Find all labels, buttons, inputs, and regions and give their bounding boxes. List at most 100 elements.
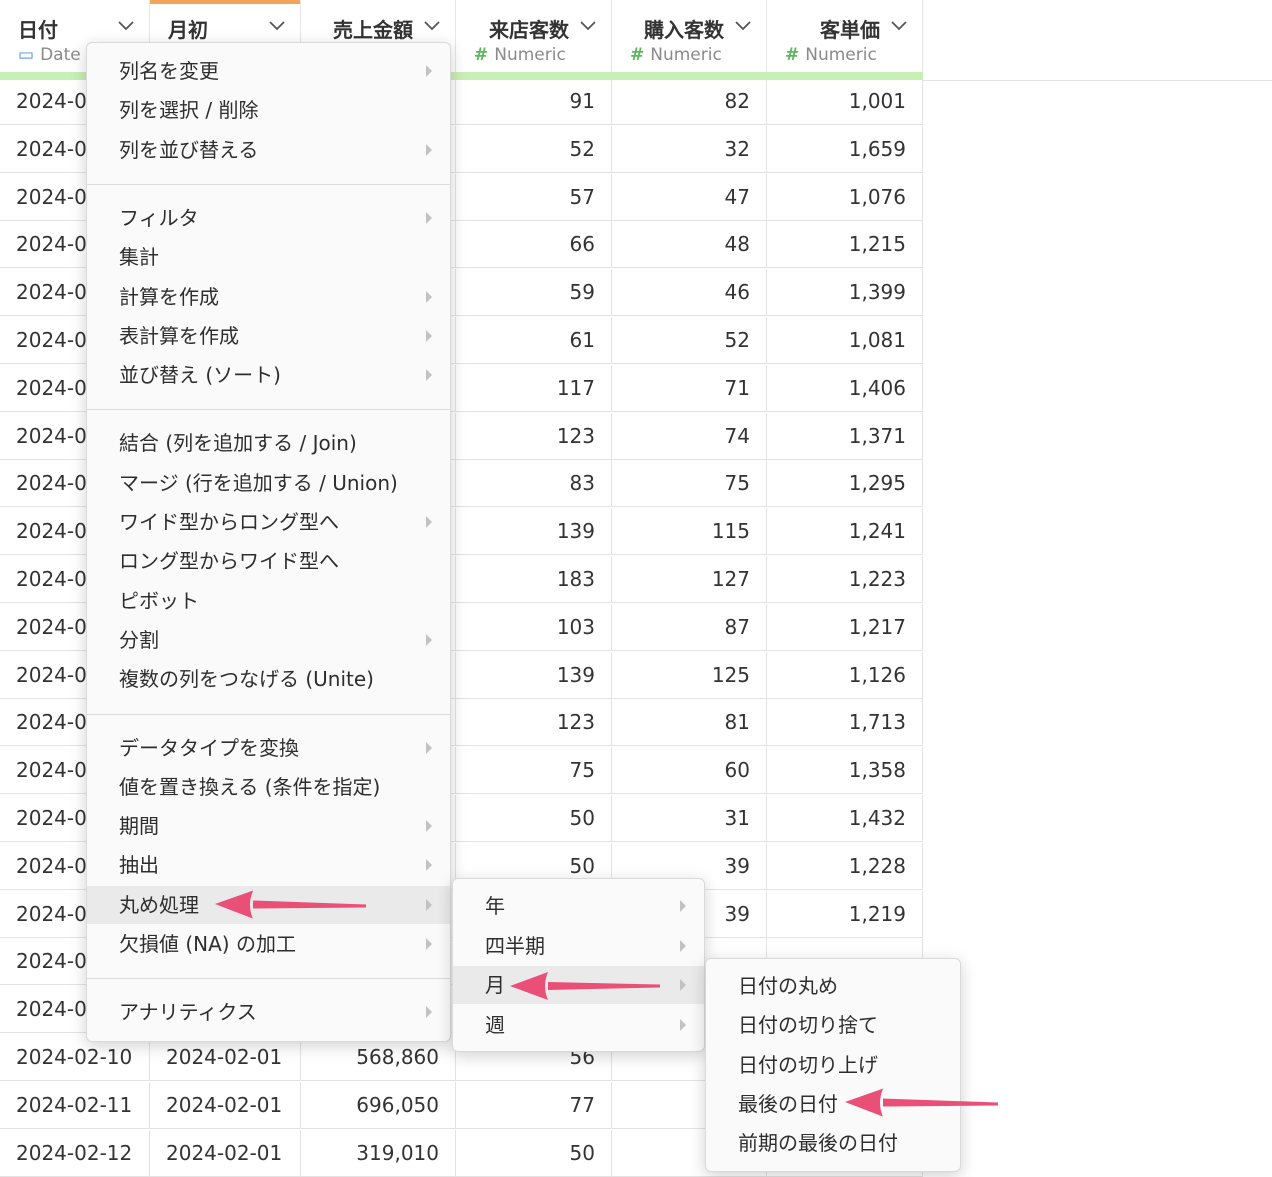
table-cell[interactable]: 2024-02-01: [150, 1081, 301, 1129]
menu-item[interactable]: 分割: [87, 621, 450, 659]
table-cell[interactable]: 1,241: [767, 508, 923, 556]
menu-item[interactable]: 列を並び替える: [87, 131, 450, 169]
table-cell[interactable]: 83: [456, 460, 612, 508]
table-cell[interactable]: 61: [456, 317, 612, 364]
menu-item-label: 月: [485, 973, 505, 997]
table-cell[interactable]: 87: [612, 603, 767, 651]
table-cell[interactable]: 2024-02-11: [0, 1081, 150, 1129]
menu-item[interactable]: 最後の日付: [706, 1085, 960, 1123]
table-cell[interactable]: 115: [612, 508, 767, 556]
table-cell[interactable]: 117: [456, 364, 612, 412]
chevron-down-icon[interactable]: [117, 18, 135, 32]
table-cell[interactable]: 52: [612, 317, 767, 364]
chevron-down-icon[interactable]: [268, 18, 286, 32]
table-cell[interactable]: 82: [612, 78, 767, 125]
table-cell[interactable]: 1,215: [767, 221, 923, 269]
table-cell[interactable]: 77: [456, 1081, 612, 1129]
menu-item[interactable]: 丸め処理: [87, 885, 450, 924]
table-cell[interactable]: 1,228: [767, 842, 923, 890]
table-cell[interactable]: 1,432: [767, 795, 923, 842]
chevron-down-icon[interactable]: [423, 18, 441, 32]
table-cell[interactable]: 1,659: [767, 125, 923, 173]
menu-item[interactable]: 列を選択 / 削除: [87, 91, 450, 129]
menu-item[interactable]: 結合 (列を追加する / Join): [87, 424, 450, 462]
menu-item[interactable]: データタイプを変換: [87, 729, 450, 767]
table-cell[interactable]: 2024-02-01: [150, 1129, 301, 1177]
table-cell[interactable]: 1,219: [767, 890, 923, 938]
menu-item[interactable]: 複数の列をつなげる (Unite): [87, 660, 450, 698]
table-cell[interactable]: 1,713: [767, 699, 923, 747]
table-cell[interactable]: 2024-02-12: [0, 1129, 150, 1177]
table-cell[interactable]: 1,223: [767, 556, 923, 603]
menu-item[interactable]: マージ (行を追加する / Union): [87, 464, 450, 502]
column-type-label: Date: [40, 45, 81, 65]
table-cell[interactable]: 1,076: [767, 173, 923, 221]
table-cell[interactable]: 46: [612, 269, 767, 317]
menu-item[interactable]: 計算を作成: [87, 278, 450, 316]
table-cell[interactable]: 50: [456, 1129, 612, 1177]
menu-item[interactable]: 並び替え (ソート): [87, 356, 450, 394]
table-cell[interactable]: 1,406: [767, 364, 923, 412]
table-cell[interactable]: 59: [456, 269, 612, 317]
table-cell[interactable]: 1,399: [767, 269, 923, 317]
menu-item[interactable]: アナリティクス: [87, 993, 450, 1031]
menu-item[interactable]: ピボット: [87, 582, 450, 620]
column-header-5[interactable]: 客単価 # Numeric: [767, 0, 923, 72]
table-cell[interactable]: 1,126: [767, 651, 923, 699]
menu-item[interactable]: 日付の丸め: [706, 967, 960, 1005]
menu-item[interactable]: 四半期: [453, 927, 704, 965]
table-cell[interactable]: 319,010: [301, 1129, 456, 1177]
chevron-down-icon[interactable]: [890, 18, 908, 32]
menu-item[interactable]: 年: [453, 887, 704, 925]
column-header-4[interactable]: 購入客数 # Numeric: [612, 0, 767, 72]
table-cell[interactable]: 47: [612, 173, 767, 221]
menu-item[interactable]: フィルタ: [87, 199, 450, 237]
table-cell[interactable]: 81: [612, 699, 767, 747]
menu-item[interactable]: 欠損値 (NA) の加工: [87, 925, 450, 963]
menu-item[interactable]: ロング型からワイド型へ: [87, 542, 450, 580]
table-cell[interactable]: 1,371: [767, 412, 923, 460]
table-cell[interactable]: 31: [612, 795, 767, 842]
table-cell[interactable]: 1,001: [767, 78, 923, 125]
table-cell[interactable]: 127: [612, 556, 767, 603]
table-cell[interactable]: 103: [456, 603, 612, 651]
table-cell[interactable]: 52: [456, 125, 612, 173]
menu-item[interactable]: 日付の切り捨て: [706, 1006, 960, 1044]
table-cell[interactable]: 139: [456, 508, 612, 556]
menu-item[interactable]: 抽出: [87, 846, 450, 884]
menu-item[interactable]: 値を置き換える (条件を指定): [87, 768, 450, 806]
table-cell[interactable]: 183: [456, 556, 612, 603]
menu-item[interactable]: 前期の最後の日付: [706, 1124, 960, 1162]
table-cell[interactable]: 74: [612, 412, 767, 460]
table-cell[interactable]: 50: [456, 795, 612, 842]
table-cell[interactable]: 48: [612, 221, 767, 269]
table-cell[interactable]: 123: [456, 699, 612, 747]
column-header-3[interactable]: 来店客数 # Numeric: [456, 0, 612, 72]
table-cell[interactable]: 125: [612, 651, 767, 699]
table-cell[interactable]: 32: [612, 125, 767, 173]
table-cell[interactable]: 66: [456, 221, 612, 269]
chevron-down-icon[interactable]: [734, 18, 752, 32]
table-cell[interactable]: 75: [456, 747, 612, 795]
menu-item[interactable]: 表計算を作成: [87, 317, 450, 355]
menu-item[interactable]: ワイド型からロング型へ: [87, 503, 450, 541]
table-cell[interactable]: 123: [456, 412, 612, 460]
menu-item[interactable]: 月: [453, 966, 704, 1004]
menu-item[interactable]: 期間: [87, 807, 450, 845]
table-cell[interactable]: 91: [456, 78, 612, 125]
table-cell[interactable]: 75: [612, 460, 767, 508]
table-cell[interactable]: 1,217: [767, 603, 923, 651]
table-cell[interactable]: 60: [612, 747, 767, 795]
menu-item[interactable]: 集計: [87, 238, 450, 276]
table-cell[interactable]: 71: [612, 364, 767, 412]
table-cell[interactable]: 57: [456, 173, 612, 221]
table-cell[interactable]: 139: [456, 651, 612, 699]
menu-item[interactable]: 列名を変更: [87, 52, 450, 90]
table-cell[interactable]: 1,295: [767, 460, 923, 508]
table-cell[interactable]: 1,358: [767, 747, 923, 795]
menu-item[interactable]: 週: [453, 1006, 704, 1044]
table-cell[interactable]: 696,050: [301, 1081, 456, 1129]
chevron-down-icon[interactable]: [579, 18, 597, 32]
menu-item[interactable]: 日付の切り上げ: [706, 1046, 960, 1084]
table-cell[interactable]: 1,081: [767, 317, 923, 364]
